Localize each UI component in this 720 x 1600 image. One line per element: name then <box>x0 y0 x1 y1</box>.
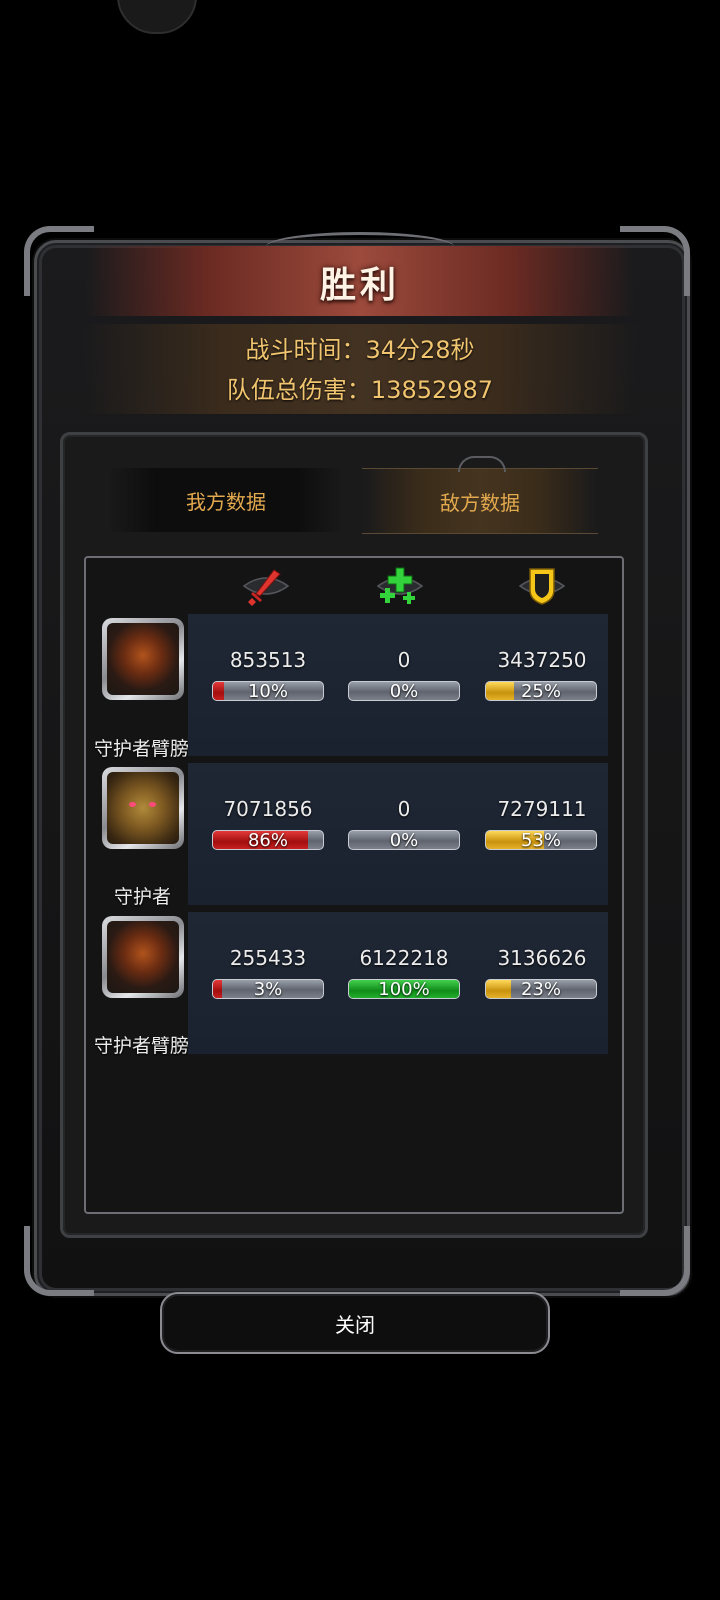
sword-icon <box>240 562 292 610</box>
tank-pct: 53% <box>520 830 561 850</box>
hooded-figure-icon <box>107 623 179 695</box>
heal-pct: 100% <box>378 979 430 999</box>
dragon-eye <box>129 802 136 807</box>
tank-bar: 53% <box>485 830 597 850</box>
heal-bar: 0% <box>348 830 460 850</box>
heal-bar: 0% <box>348 681 460 701</box>
tab-active-ornament <box>458 456 506 472</box>
heal-value: 6122218 <box>359 946 449 970</box>
damage-pct: 86% <box>247 830 288 850</box>
heal-pct: 0% <box>389 681 419 701</box>
portrait-frame[interactable] <box>102 618 184 700</box>
damage-bar: 3% <box>212 979 324 999</box>
heal-value: 0 <box>397 797 411 821</box>
damage-bar: 10% <box>212 681 324 701</box>
dragon-icon <box>107 772 179 844</box>
close-button-label: 关闭 <box>335 1312 375 1337</box>
tank-pct: 23% <box>520 979 561 999</box>
tank-pct: 25% <box>520 681 561 701</box>
damage-pct: 3% <box>253 979 283 999</box>
portrait-frame[interactable] <box>102 916 184 998</box>
heal-value: 0 <box>397 648 411 672</box>
damage-value: 255433 <box>229 946 307 970</box>
heal-bar: 100% <box>348 979 460 999</box>
heal-pct: 0% <box>389 830 419 850</box>
battle-time: 战斗时间：34分28秒 <box>245 336 475 364</box>
damage-pct: 10% <box>247 681 288 701</box>
tank-bar: 25% <box>485 681 597 701</box>
page-title: 胜利 <box>319 265 400 306</box>
hooded-figure-icon <box>107 921 179 993</box>
tank-value: 3437250 <box>497 648 587 672</box>
unit-name: 守护者臂膀 <box>94 1035 190 1057</box>
player-avatar[interactable] <box>117 0 197 34</box>
close-button[interactable]: 关闭 <box>160 1292 550 1354</box>
tank-value: 3136626 <box>497 946 587 970</box>
tab-enemy-data[interactable]: 敌方数据 <box>362 468 598 534</box>
damage-value: 7071856 <box>223 797 313 821</box>
unit-name: 守护者 <box>114 886 172 908</box>
dragon-eye <box>149 802 156 807</box>
heal-plus-icon <box>374 562 426 610</box>
team-total-damage: 队伍总伤害：13852987 <box>226 376 494 404</box>
shield-icon <box>516 562 568 610</box>
damage-bar: 86% <box>212 830 324 850</box>
tab-label: 敌方数据 <box>440 490 520 515</box>
tab-label: 我方数据 <box>186 489 266 514</box>
damage-value: 853513 <box>229 648 307 672</box>
tank-value: 7279111 <box>497 797 587 821</box>
unit-name: 守护者臂膀 <box>94 738 190 760</box>
tank-bar: 23% <box>485 979 597 999</box>
portrait-frame[interactable] <box>102 767 184 849</box>
tab-our-data[interactable]: 我方数据 <box>108 468 344 532</box>
